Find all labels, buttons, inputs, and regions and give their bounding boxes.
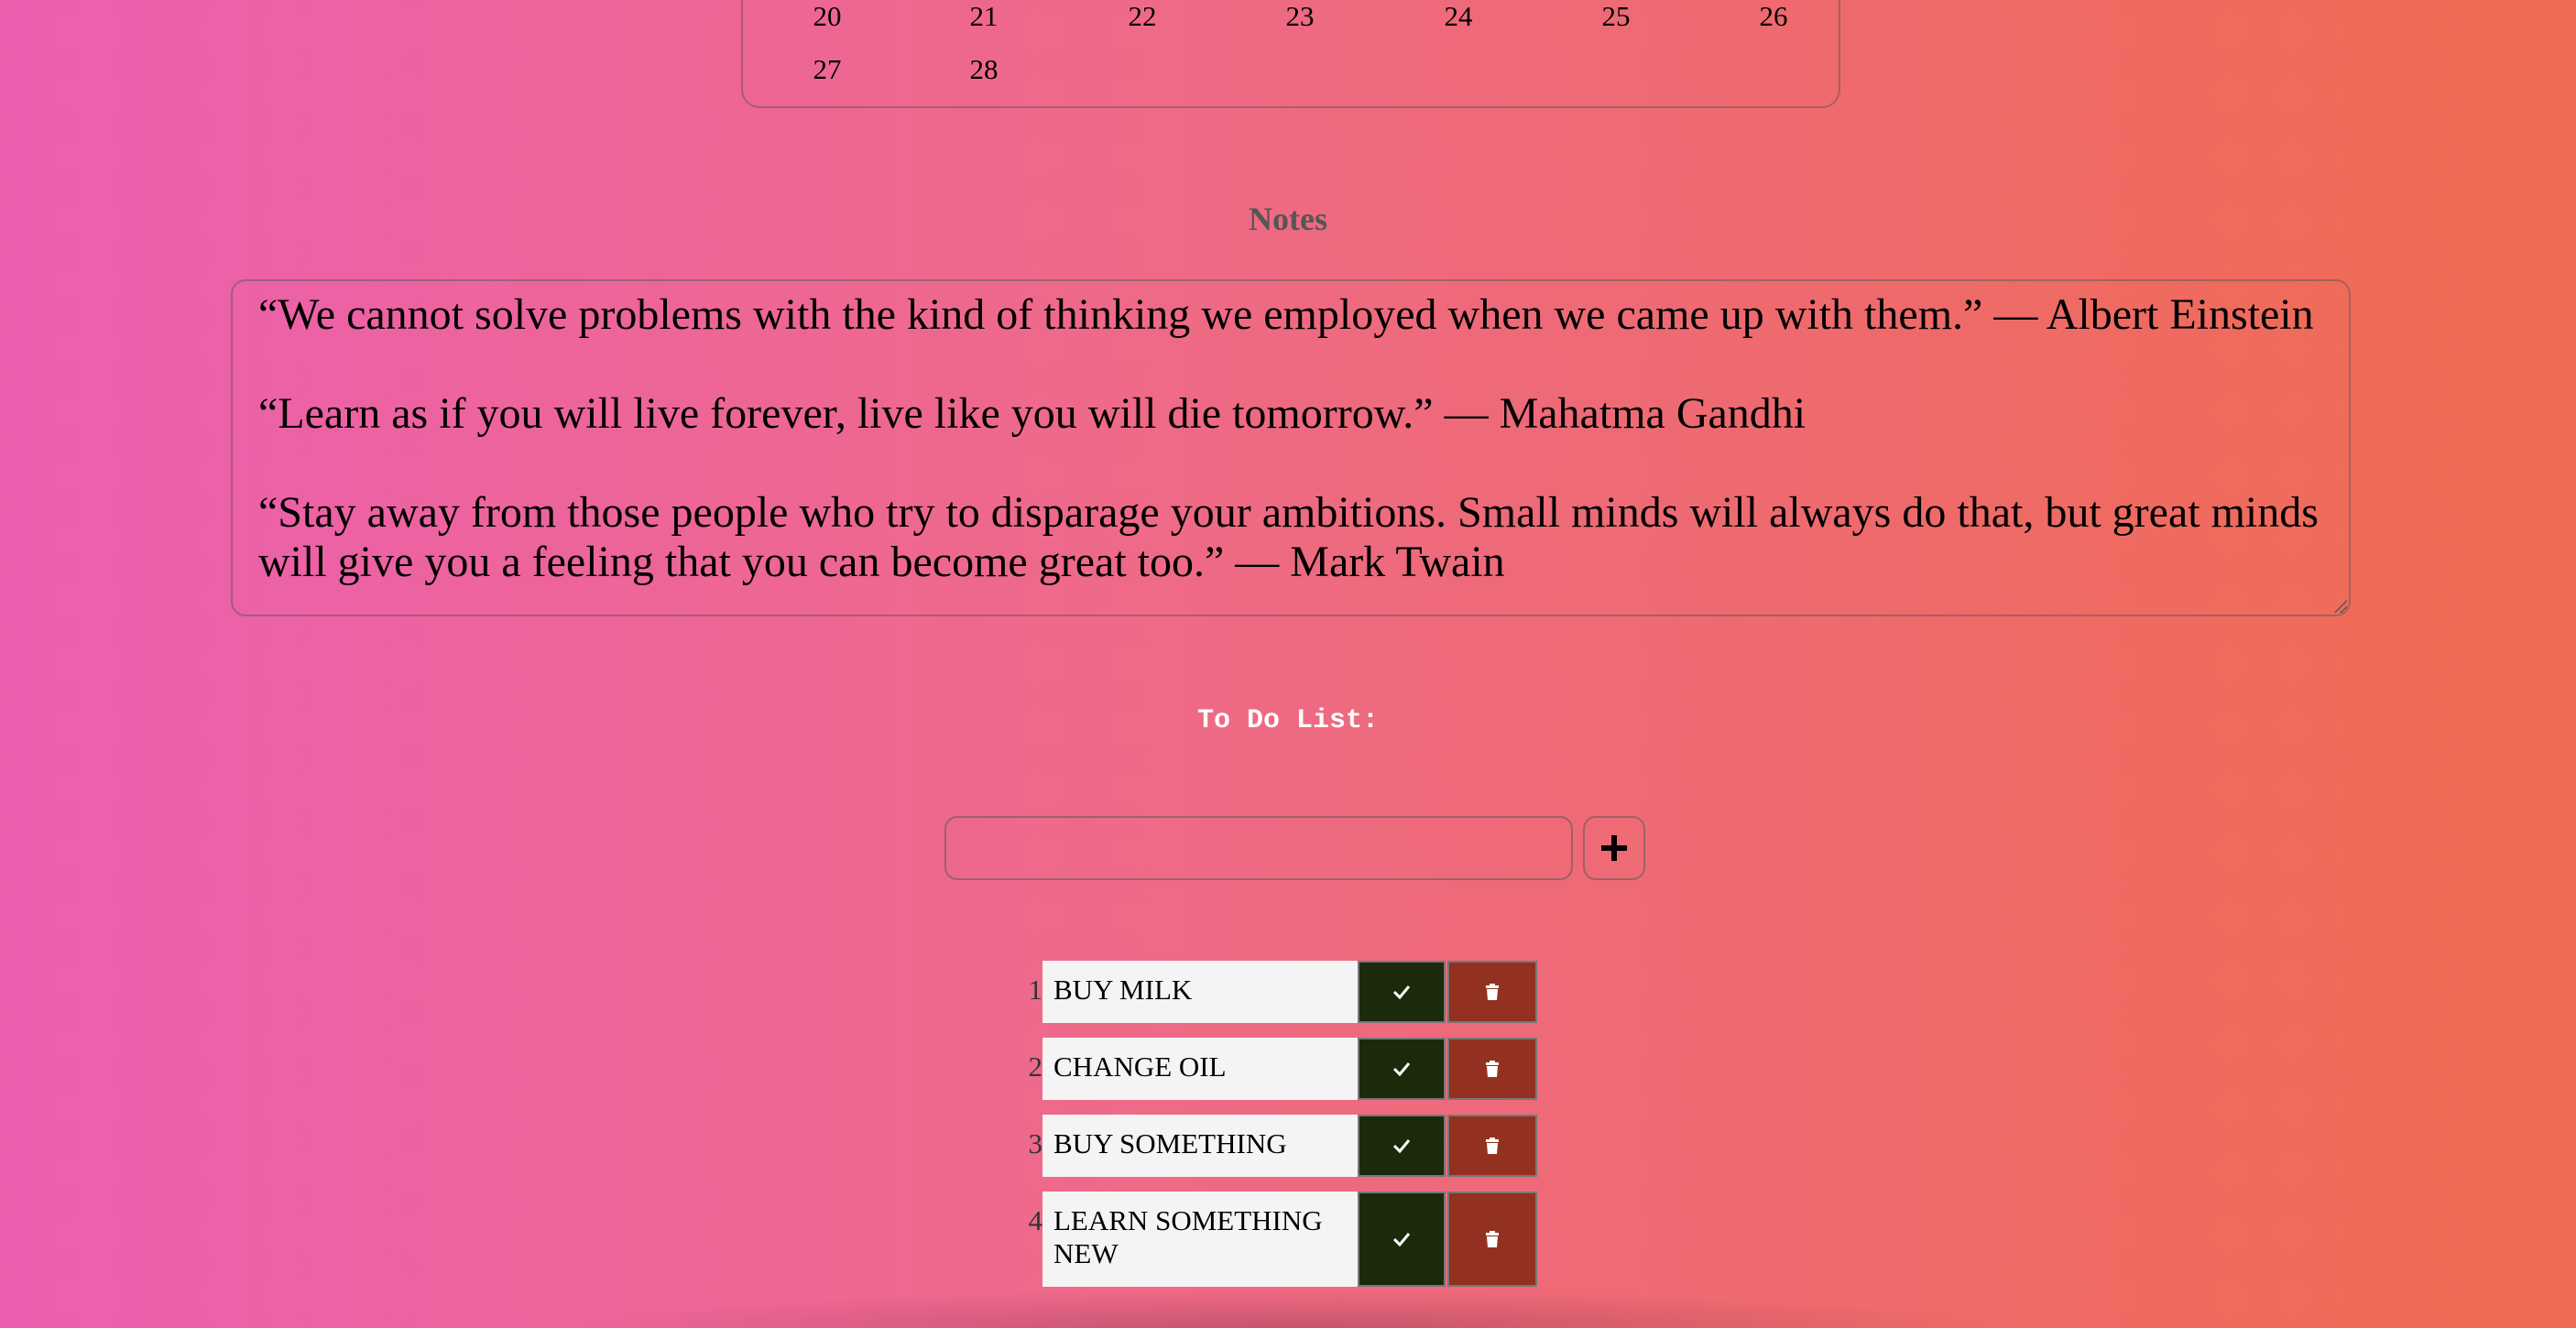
notes-line: “Learn as if you will live forever, live… xyxy=(258,389,1806,438)
notes-title: Notes xyxy=(1249,201,1327,237)
add-todo-button[interactable] xyxy=(1583,816,1645,880)
trash-icon xyxy=(1486,1138,1499,1154)
trash-icon xyxy=(1486,984,1499,1000)
check-icon xyxy=(1392,1233,1411,1247)
delete-button[interactable] xyxy=(1447,1115,1537,1177)
calendar-day[interactable]: 25 xyxy=(1579,0,1653,33)
calendar-day[interactable]: 27 xyxy=(791,53,864,86)
calendar-day[interactable]: 21 xyxy=(947,0,1021,33)
calendar-day[interactable]: 20 xyxy=(791,0,864,33)
bottom-shadow xyxy=(550,1290,2026,1328)
calendar-day[interactable]: 24 xyxy=(1422,0,1495,33)
calendar-grid: 20 21 22 23 24 25 26 27 28 xyxy=(741,0,1840,108)
todo-item: 3 BUY SOMETHING xyxy=(0,1115,2576,1177)
todo-item: 4 LEARN SOMETHING NEW xyxy=(0,1192,2576,1287)
todo-number: 1 xyxy=(1028,974,1043,1006)
todo-item: 2 CHANGE OIL xyxy=(0,1038,2576,1100)
calendar-week-row: 20 21 22 23 24 25 26 xyxy=(743,0,1839,37)
check-icon xyxy=(1392,1062,1411,1077)
delete-button[interactable] xyxy=(1447,1038,1537,1100)
resize-handle-icon[interactable] xyxy=(2332,598,2347,613)
calendar-week-row: 27 28 xyxy=(743,53,1839,90)
trash-icon xyxy=(1486,1061,1499,1077)
todo-text: BUY MILK xyxy=(1042,961,1358,1023)
plus-icon xyxy=(1601,835,1627,861)
complete-button[interactable] xyxy=(1358,1038,1446,1100)
complete-button[interactable] xyxy=(1358,961,1446,1023)
todo-input[interactable] xyxy=(944,816,1573,880)
trash-icon xyxy=(1486,1231,1499,1247)
todo-number: 4 xyxy=(1028,1204,1043,1236)
todo-item: 1 BUY MILK xyxy=(0,961,2576,1023)
calendar-day[interactable]: 26 xyxy=(1737,0,1810,33)
complete-button[interactable] xyxy=(1358,1115,1446,1177)
todo-title: To Do List: xyxy=(1196,705,1380,736)
notes-textarea[interactable]: “We cannot solve problems with the kind … xyxy=(231,279,2351,616)
notes-line: “Stay away from those people who try to … xyxy=(258,488,2319,586)
notes-line: “We cannot solve problems with the kind … xyxy=(258,290,2314,339)
todo-text: CHANGE OIL xyxy=(1042,1038,1358,1100)
todo-text: BUY SOMETHING xyxy=(1042,1115,1358,1177)
todo-number: 2 xyxy=(1028,1050,1043,1083)
delete-button[interactable] xyxy=(1447,1192,1537,1287)
check-icon xyxy=(1392,1139,1411,1154)
complete-button[interactable] xyxy=(1358,1192,1446,1287)
todo-number: 3 xyxy=(1028,1127,1043,1159)
delete-button[interactable] xyxy=(1447,961,1537,1023)
calendar-day[interactable]: 22 xyxy=(1106,0,1179,33)
calendar-day[interactable]: 23 xyxy=(1263,0,1337,33)
todo-text: LEARN SOMETHING NEW xyxy=(1042,1192,1358,1287)
check-icon xyxy=(1392,985,1411,1000)
calendar-day[interactable]: 28 xyxy=(947,53,1021,86)
